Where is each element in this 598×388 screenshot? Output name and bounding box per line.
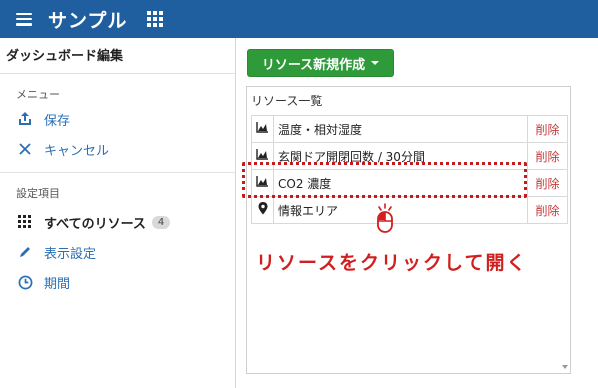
pencil-icon — [16, 243, 34, 261]
top-bar: サンプル — [0, 0, 598, 38]
table-row[interactable]: 情報エリア 削除 — [251, 196, 568, 224]
cancel-button[interactable]: キャンセル — [0, 134, 235, 164]
chart-icon — [251, 142, 274, 170]
resource-count-badge: 4 — [151, 215, 171, 229]
save-upload-icon — [16, 110, 34, 128]
panel-title: リソース一覧 — [251, 94, 323, 108]
settings-section-label: 設定項目 — [16, 187, 60, 200]
resource-list-panel: リソース一覧 温度・相対湿度 削除 玄関ドア開閉回数 / 30分間 削除 CO2… — [246, 86, 571, 374]
caret-down-icon — [371, 61, 380, 65]
delete-button[interactable]: 削除 — [527, 115, 568, 143]
mouse-click-icon — [372, 203, 398, 237]
close-icon — [16, 140, 34, 158]
resource-name[interactable]: CO2 濃度 — [273, 169, 528, 197]
create-resource-button[interactable]: リソース新規作成 — [247, 49, 394, 77]
sidebar-item-display-settings[interactable]: 表示設定 — [0, 237, 235, 267]
resource-name[interactable]: 温度・相対湿度 — [273, 115, 528, 143]
sidebar: ダッシュボード編集 メニュー 保存 キャンセル 設定項目 すべてのリソース 4 … — [0, 38, 236, 388]
table-row[interactable]: 温度・相対湿度 削除 — [251, 115, 568, 143]
scroll-down-icon[interactable] — [562, 365, 568, 369]
sidebar-title: ダッシュボード編集 — [0, 38, 235, 74]
grid-icon — [16, 213, 34, 231]
sidebar-divider — [0, 172, 235, 173]
sidebar-item-all-resources[interactable]: すべてのリソース 4 — [0, 207, 235, 237]
clock-icon — [16, 273, 34, 291]
hamburger-icon[interactable] — [16, 12, 32, 26]
resource-name[interactable]: 玄関ドア開閉回数 / 30分間 — [273, 142, 528, 170]
cancel-label: キャンセル — [44, 143, 110, 159]
delete-button[interactable]: 削除 — [527, 196, 568, 224]
resource-table: 温度・相対湿度 削除 玄関ドア開閉回数 / 30分間 削除 CO2 濃度 削除 … — [251, 115, 568, 224]
delete-button[interactable]: 削除 — [527, 142, 568, 170]
create-resource-label: リソース新規作成 — [261, 57, 366, 73]
sidebar-item-period[interactable]: 期間 — [0, 267, 235, 297]
chart-icon — [251, 169, 274, 197]
chart-icon — [251, 115, 274, 143]
save-label: 保存 — [44, 113, 71, 129]
display-settings-label: 表示設定 — [44, 246, 97, 262]
save-button[interactable]: 保存 — [0, 104, 235, 134]
hint-annotation: リソースをクリックして開く — [256, 252, 528, 274]
all-resources-label: すべてのリソース — [44, 216, 146, 232]
period-label: 期間 — [44, 276, 71, 292]
pin-icon — [251, 196, 274, 224]
table-row[interactable]: CO2 濃度 削除 — [251, 169, 568, 197]
menu-section-label: メニュー — [16, 88, 60, 101]
delete-button[interactable]: 削除 — [527, 169, 568, 197]
resource-name[interactable]: 情報エリア — [273, 196, 528, 224]
apps-grid-icon[interactable] — [147, 11, 164, 27]
app-title: サンプル — [48, 9, 128, 32]
table-row[interactable]: 玄関ドア開閉回数 / 30分間 削除 — [251, 142, 568, 170]
